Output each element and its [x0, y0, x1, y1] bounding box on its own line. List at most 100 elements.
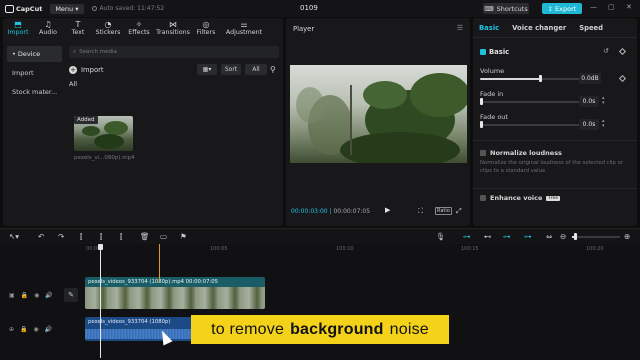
delete-icon[interactable]: 🗑	[140, 232, 150, 241]
tab-audio[interactable]: ♫ Audio	[33, 18, 63, 40]
audio-icon: ♫	[44, 20, 52, 29]
lock-icon[interactable]: 🔒	[21, 292, 28, 299]
expand-icon[interactable]: ⤢	[456, 207, 462, 216]
shortcuts-button[interactable]: ⌨ Shortcuts	[483, 3, 529, 14]
sidebar-item-stock[interactable]: Stock mater...	[7, 84, 62, 100]
fade-out-stepper[interactable]: ▴ ▾	[602, 119, 605, 129]
play-button[interactable]: ▶	[385, 206, 390, 214]
reset-icon[interactable]: ↺	[603, 47, 609, 55]
volume-icon[interactable]: 🔊	[45, 326, 52, 333]
caption-text-1: to remove	[211, 320, 285, 338]
tab-text[interactable]: T Text	[63, 18, 93, 40]
ratio-button[interactable]: Ratio	[435, 207, 452, 215]
zoom-slider[interactable]	[572, 236, 620, 238]
export-button[interactable]: ⇪ Export	[542, 3, 582, 14]
zoom-in-icon[interactable]: ⊕	[624, 232, 630, 241]
magnet-icon[interactable]: ⊶	[463, 232, 471, 241]
tab-audio-label: Audio	[39, 29, 57, 36]
normalize-checkbox[interactable]	[480, 150, 486, 156]
select-cursor-icon[interactable]: ↖▾	[9, 232, 19, 241]
hamburger-icon[interactable]: ☰	[457, 24, 463, 32]
sidebar-item-import[interactable]: Import	[7, 65, 62, 81]
sidebar-item-device[interactable]: • Device	[7, 46, 62, 62]
filter-icon[interactable]: ⚲	[270, 65, 276, 74]
volume-knob[interactable]	[539, 75, 542, 82]
caption-text-2: noise	[389, 320, 429, 338]
tab-adjustment[interactable]: ⚌ Adjustment	[221, 18, 267, 40]
video-clip[interactable]: pexels_videos_933704 (1080p).mp4 00:00:0…	[85, 277, 265, 309]
volume-value[interactable]: 0.0dB	[579, 73, 601, 84]
marker-icon[interactable]: ▭	[160, 232, 167, 241]
zoom-knob[interactable]	[574, 233, 577, 240]
fade-out-knob[interactable]	[480, 121, 483, 128]
tab-effects[interactable]: ✧ Effects	[123, 18, 155, 40]
normalize-label: Normalize loudness	[490, 149, 562, 157]
split-icon[interactable]: ⫿	[80, 232, 82, 242]
tab-filters[interactable]: ◎ Filters	[191, 18, 221, 40]
maximize-icon[interactable]: ▢	[608, 3, 615, 11]
edit-cover-icon[interactable]: ✎	[64, 288, 78, 302]
tab-stickers[interactable]: ◔ Stickers	[93, 18, 123, 40]
fade-in-value[interactable]: 0.0s	[579, 96, 599, 107]
undo-icon[interactable]: ↶	[38, 232, 44, 241]
export-icon: ⇪	[547, 4, 554, 13]
media-thumbnail[interactable]: Added	[74, 116, 133, 151]
caption-overlay: to remove background noise	[191, 315, 449, 344]
basic-section-header[interactable]: Basic	[480, 48, 509, 56]
split-left-icon[interactable]: ⫿	[100, 232, 102, 242]
enhance-checkbox[interactable]	[480, 195, 486, 201]
fade-in-slider[interactable]	[480, 101, 580, 103]
filter-all-button[interactable]: All	[245, 64, 267, 75]
audio-track-controls: ⊕ 🔒 ◉ 🔊	[9, 326, 52, 333]
video-track-controls: ▣ 🔒 ◉ 🔊	[9, 292, 53, 299]
lock-icon[interactable]: 🔒	[20, 326, 27, 333]
fade-out-slider[interactable]	[480, 124, 580, 126]
fullscreen-crop-icon[interactable]: ⛶	[418, 207, 423, 216]
playhead-handle[interactable]	[98, 244, 103, 250]
sort-button[interactable]: Sort	[221, 64, 241, 75]
fade-out-value[interactable]: 0.0s	[579, 119, 599, 130]
volume-fill	[480, 78, 540, 80]
chevron-down-icon: ▾	[75, 4, 79, 13]
snap-icon[interactable]: ⊶	[524, 232, 532, 241]
normalize-row[interactable]: Normalize loudness	[480, 149, 562, 157]
basic-checkbox[interactable]	[480, 49, 486, 55]
grid-icon: ▦▾	[202, 66, 212, 73]
fade-in-knob[interactable]	[480, 98, 483, 105]
tab-transitions[interactable]: ⋈ Transitions	[155, 18, 191, 40]
preview-axis-icon[interactable]: ⊶	[503, 232, 511, 241]
import-label: Import	[81, 66, 104, 74]
link-icon[interactable]: ⊷	[484, 232, 492, 241]
split-right-icon[interactable]: ⫿	[120, 232, 122, 242]
fade-in-stepper[interactable]: ▴ ▾	[602, 96, 605, 106]
flag-icon[interactable]: ⚑	[180, 232, 187, 241]
volume-icon[interactable]: 🔊	[45, 292, 52, 299]
player-title: Player	[293, 25, 315, 33]
enhance-row[interactable]: Enhance voice Free	[480, 194, 560, 202]
tab-import[interactable]: ⬒ Import	[3, 18, 33, 40]
stickers-icon: ◔	[104, 20, 112, 29]
microphone-icon[interactable]: 🎙	[436, 232, 446, 241]
tab-basic[interactable]: Basic	[479, 24, 499, 32]
volume-slider[interactable]	[480, 78, 580, 80]
search-input[interactable]: ⌕ Search media	[69, 46, 279, 58]
align-icon[interactable]: ⇔	[546, 232, 552, 241]
tab-speed[interactable]: Speed	[579, 24, 603, 32]
menu-button[interactable]: Menu ▾	[50, 3, 84, 14]
view-toggle-button[interactable]: ▦▾	[197, 64, 217, 75]
zoom-out-icon[interactable]: ⊖	[560, 232, 566, 241]
redo-icon[interactable]: ↷	[58, 232, 64, 241]
tab-voice-changer[interactable]: Voice changer	[512, 24, 566, 32]
media-area: ⌕ Search media + Import ▦▾ Sort All ⚲ All …	[69, 46, 279, 161]
minimize-icon[interactable]: —	[590, 3, 597, 11]
eye-icon[interactable]: ◉	[34, 292, 39, 299]
eye-icon[interactable]: ◉	[34, 326, 39, 333]
close-icon[interactable]: ✕	[626, 3, 632, 11]
audio-track-icon[interactable]: ⊕	[9, 326, 14, 333]
cover-icon[interactable]: ▣	[9, 292, 15, 299]
import-button[interactable]: + Import	[69, 66, 104, 74]
volume-keyframe-icon[interactable]	[618, 74, 627, 83]
playhead[interactable]	[98, 244, 103, 358]
keyframe-icon[interactable]	[618, 47, 627, 56]
audio-clip[interactable]: pexels_videos_933704 (1080p)	[85, 317, 193, 341]
